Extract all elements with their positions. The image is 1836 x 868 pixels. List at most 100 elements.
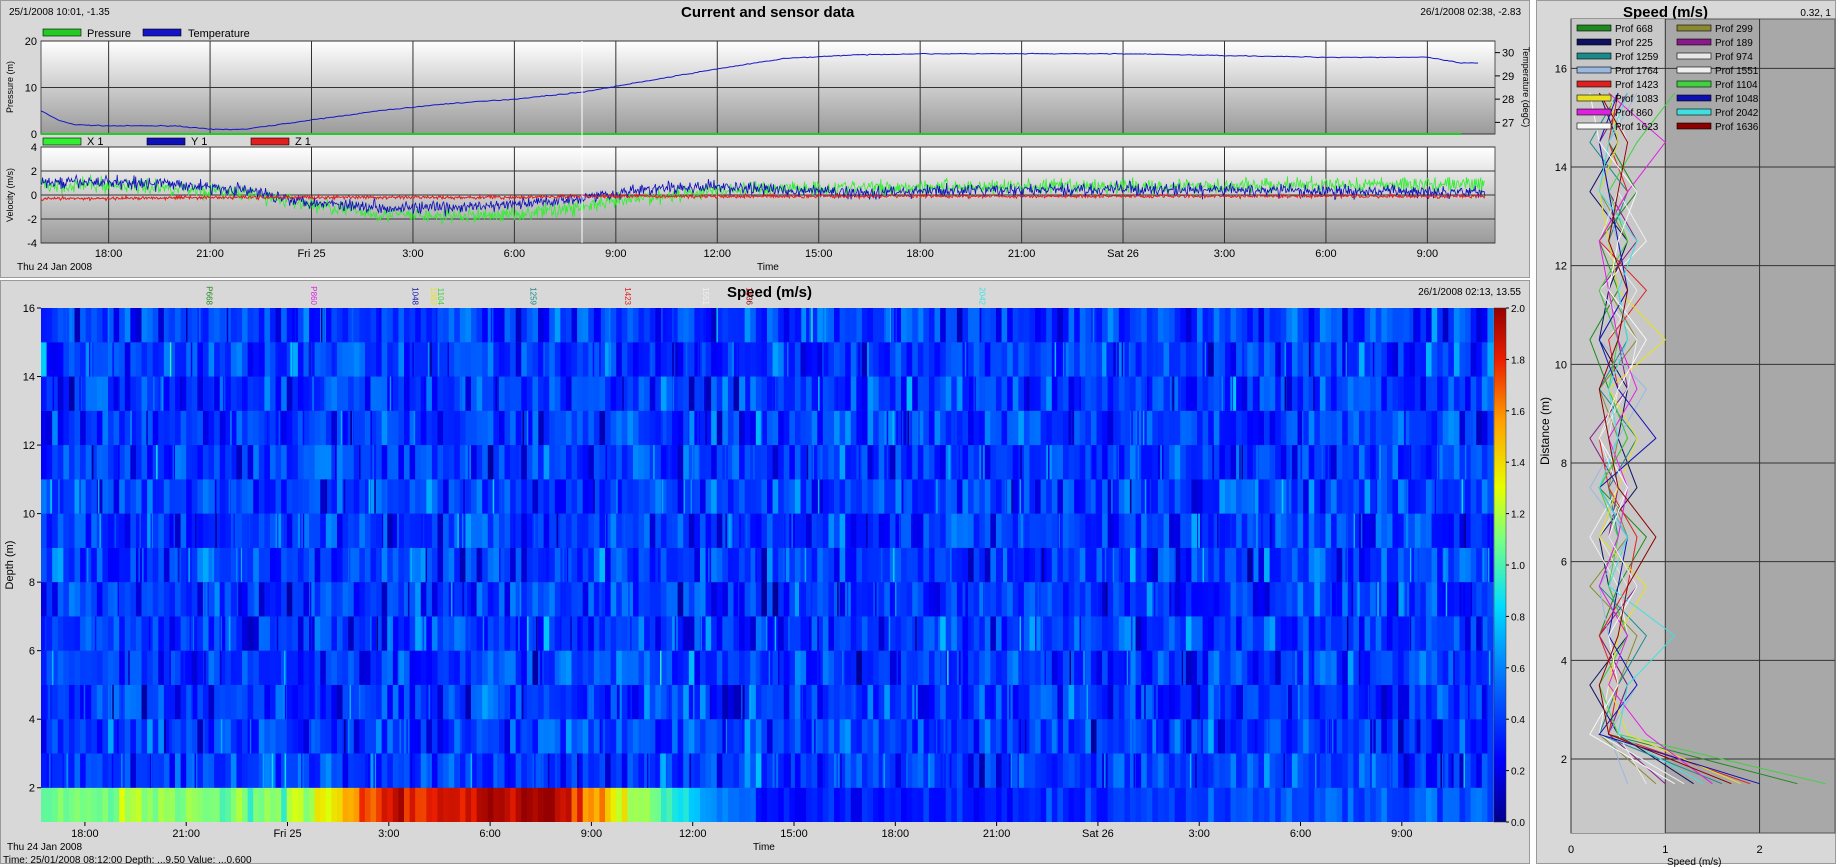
heatmap-cell: [1286, 616, 1293, 651]
heatmap-cell: [364, 547, 372, 583]
heatmap-cell: [431, 410, 439, 446]
heatmap-cell: [175, 616, 182, 651]
heatmap-cell: [353, 410, 360, 446]
heatmap-cell: [297, 376, 305, 411]
heatmap-cell: [108, 650, 115, 685]
heatmap-cell: [817, 547, 824, 583]
heatmap-cell: [610, 582, 617, 617]
heatmap-cell: [1001, 479, 1008, 514]
heatmap-cell: [325, 445, 332, 480]
time-tick-label: 18:00: [95, 248, 123, 260]
heatmap-cell: [376, 719, 383, 754]
time-tick-label: 15:00: [805, 248, 833, 260]
heatmap-cell: [744, 445, 751, 480]
heatmap-cell: [281, 410, 288, 446]
heatmap-cell: [610, 513, 617, 548]
heatmap-cell: [292, 753, 299, 788]
heatmap-cell: [627, 787, 634, 822]
profile-legend-label: Prof 860: [1615, 108, 1653, 119]
heatmap-cell: [443, 479, 450, 514]
heatmap-cell: [1023, 582, 1031, 617]
heatmap-cell: [41, 308, 48, 343]
heatmap-cell: [733, 445, 740, 480]
heatmap-cell: [761, 410, 768, 446]
heatmap-streak: [1202, 547, 1204, 583]
heatmap-cell: [1141, 342, 1148, 377]
heatmap-cell: [951, 479, 958, 514]
heatmap-cell: [956, 513, 964, 548]
heatmap-cell: [616, 445, 623, 480]
heatmap-cell: [1409, 684, 1416, 720]
heatmap-cell: [448, 445, 455, 480]
heatmap-cell: [990, 342, 997, 377]
heatmap-cell: [202, 479, 210, 514]
heatmap-cell: [1398, 342, 1405, 377]
heatmap-cell: [348, 513, 355, 548]
heatmap-streak: [700, 376, 702, 411]
heatmap-cell: [68, 410, 76, 446]
sensor-charts[interactable]: 18:00 21:00 Fri 25 3:00 6:00 9:00 12:00 15:00 18…: [1, 1, 1531, 279]
heatmap-cell: [124, 616, 131, 651]
heatmap-streak: [540, 753, 543, 788]
heatmap-streak: [880, 547, 883, 583]
heatmap-cell: [236, 445, 243, 480]
heatmap-streak: [901, 410, 904, 446]
profile-marker-1423: 1423: [623, 287, 632, 305]
heatmap-cell: [85, 547, 92, 583]
heatmap-cell: [124, 479, 131, 514]
speed-heatmap-chart[interactable]: 246810121416Depth (m)18:00 21:00 Fri 25 3:0…: [1, 281, 1531, 865]
heatmap-cell: [588, 308, 595, 343]
heatmap-cell: [336, 753, 344, 788]
heatmap-cell: [286, 547, 293, 583]
heatmap-cell: [1431, 308, 1438, 343]
heatmap-cell: [1152, 479, 1159, 514]
heatmap-cell: [242, 513, 249, 548]
heatmap-cell: [1197, 376, 1204, 411]
heatmap-cell: [258, 513, 265, 548]
heatmap-streak: [204, 650, 206, 685]
heatmap-cell: [197, 787, 204, 822]
heatmap-cell: [861, 650, 869, 685]
heatmap-cell: [242, 479, 249, 514]
heatmap-cell: [1481, 582, 1489, 617]
heatmap-streak: [97, 479, 100, 514]
heatmap-streak: [161, 376, 163, 411]
heatmap-cell: [683, 787, 690, 822]
speed-profile-chart[interactable]: 2468101214160 1 2Distance (m)Prof 668 Prof …: [1537, 1, 1836, 865]
heatmap-cell: [850, 719, 857, 754]
heatmap-cell: [415, 410, 422, 446]
heatmap-cell: [1163, 376, 1170, 411]
heatmap-streak: [1377, 582, 1379, 617]
heatmap-cell: [621, 479, 628, 514]
heatmap-cell: [1319, 582, 1327, 617]
heatmap-cell: [1431, 342, 1438, 377]
heatmap-cell: [398, 787, 405, 822]
heatmap-cell: [1342, 445, 1349, 480]
heatmap-streak: [1154, 684, 1156, 720]
heatmap-cell: [778, 308, 785, 343]
heatmap-streak: [467, 445, 470, 480]
heatmap-cell: [1130, 582, 1137, 617]
heatmap-cell: [1269, 616, 1276, 651]
heatmap-cell: [1236, 684, 1243, 720]
heatmap-cell: [800, 376, 807, 411]
heatmap-cell: [264, 616, 271, 651]
heatmap-cell: [242, 719, 249, 754]
heatmap-cell: [163, 479, 171, 514]
heatmap-cell: [1476, 650, 1483, 685]
heatmap-cell: [861, 719, 869, 754]
heatmap-cell: [951, 376, 958, 411]
heatmap-cell: [448, 513, 455, 548]
heatmap-cell: [454, 308, 461, 343]
heatmap-streak: [1159, 582, 1161, 617]
heatmap-streak: [690, 479, 692, 514]
heatmap-streak: [650, 342, 653, 377]
heatmap-streak: [195, 513, 197, 548]
heatmap-streak: [938, 616, 940, 651]
heatmap-cell: [1107, 719, 1114, 754]
heatmap-cell: [727, 547, 735, 583]
heatmap-cell: [119, 308, 126, 343]
heatmap-cell: [431, 616, 439, 651]
heatmap-cell: [1062, 787, 1070, 822]
heatmap-cell: [884, 513, 891, 548]
